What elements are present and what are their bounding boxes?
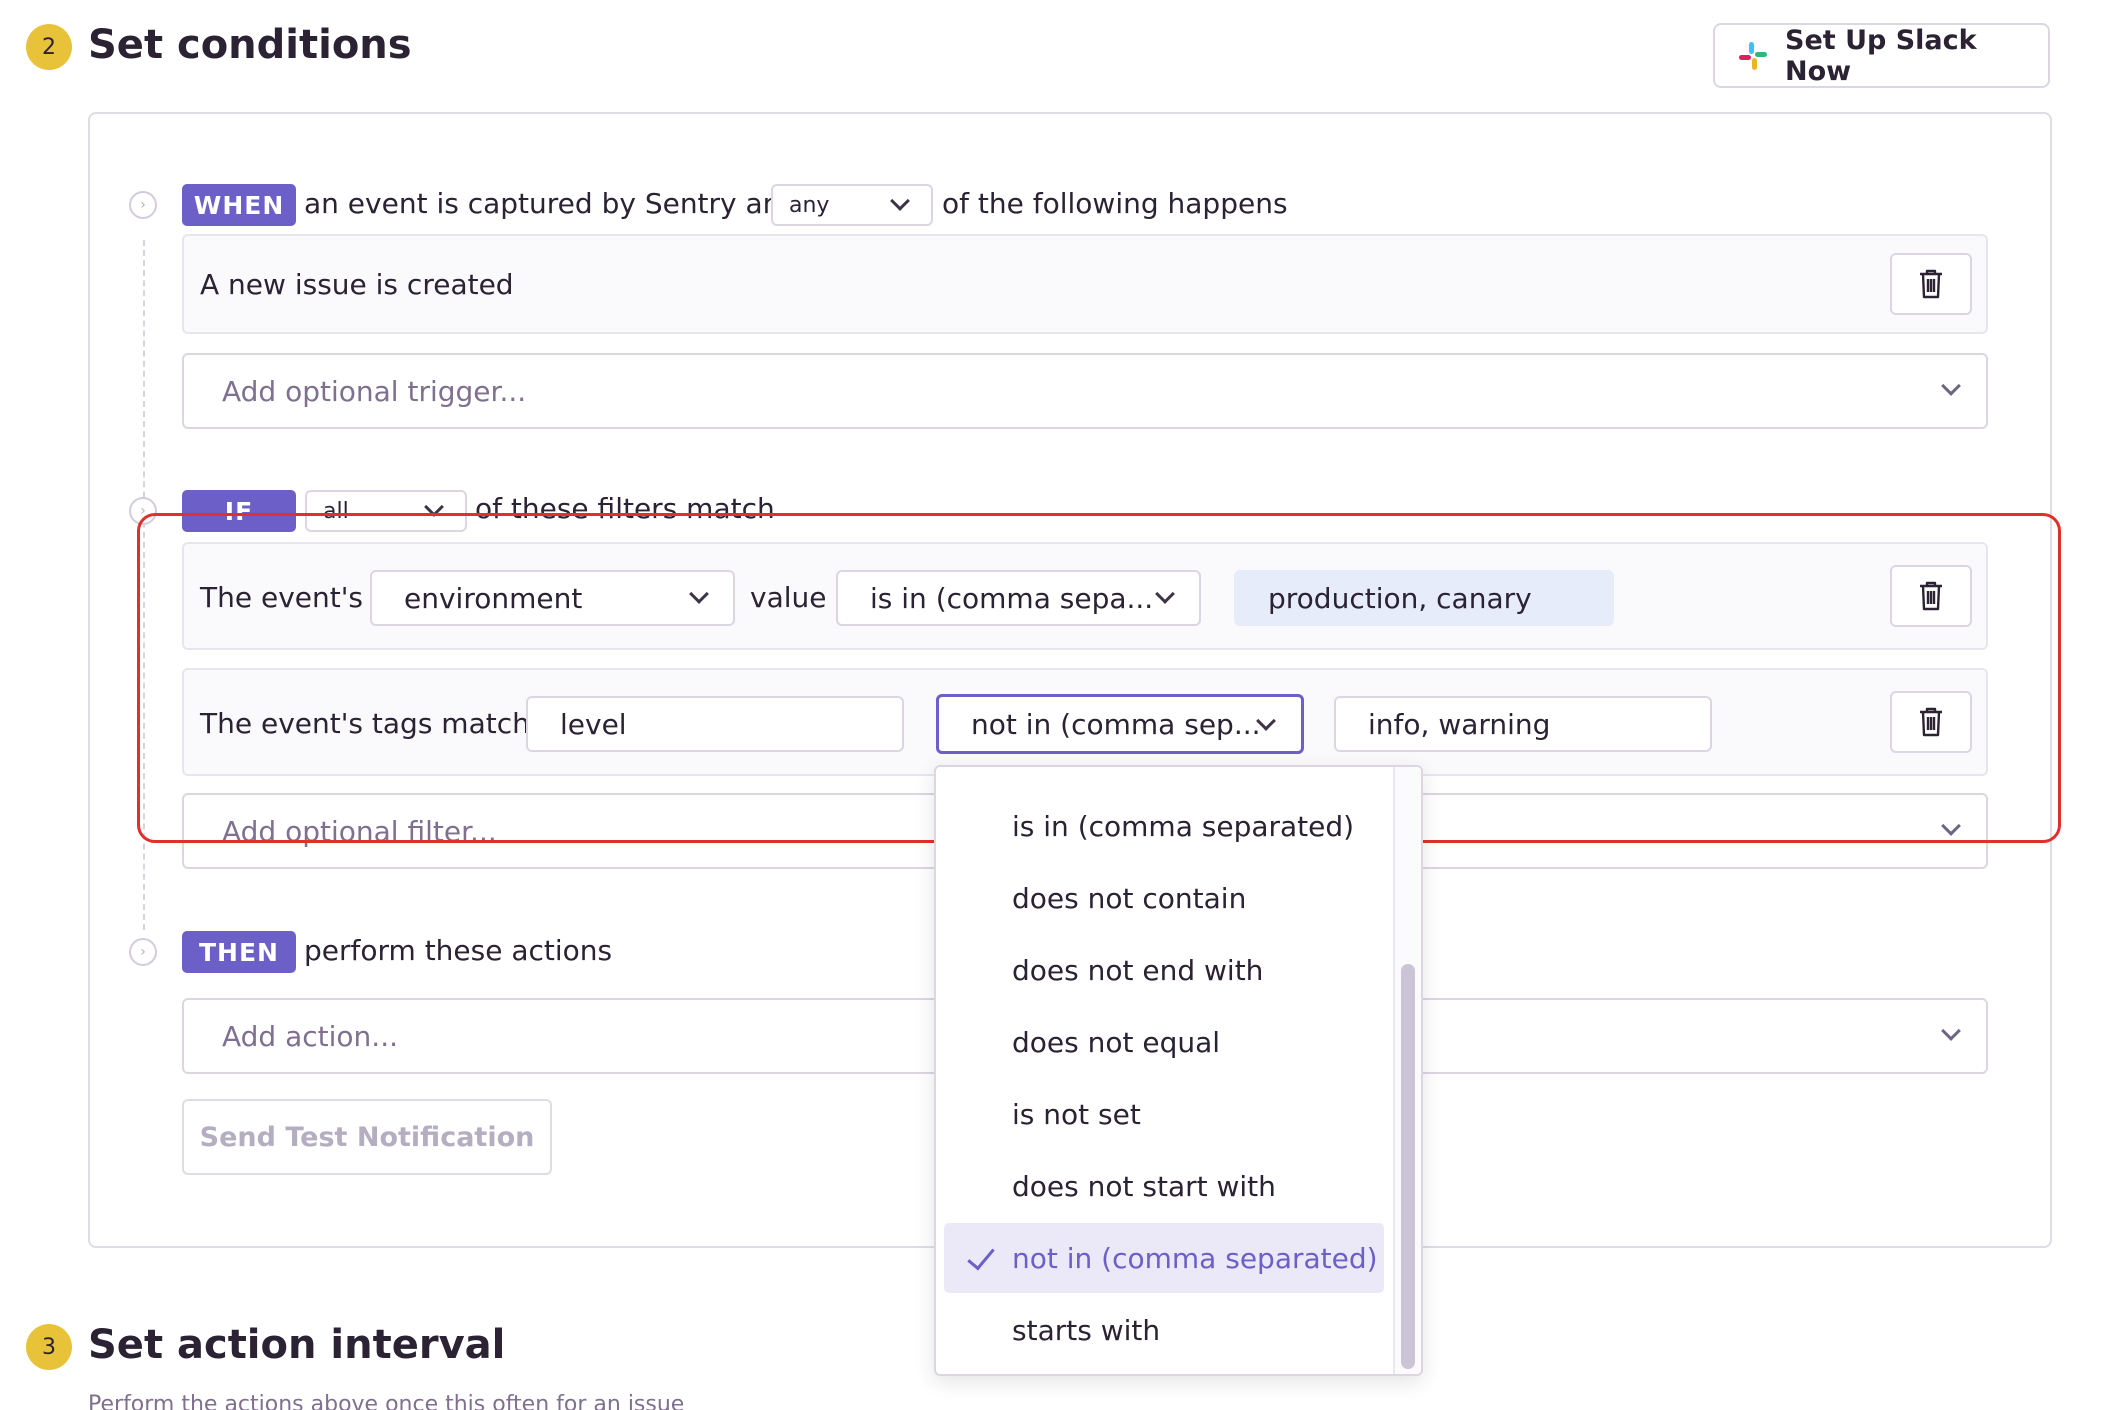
dropdown-option-label: is not set bbox=[1012, 1097, 1141, 1131]
filter1-operator-value: is in (comma sepa... bbox=[870, 581, 1154, 615]
dropdown-option[interactable]: does not end with bbox=[944, 935, 1384, 1005]
chevron-down-icon bbox=[689, 584, 709, 604]
filter2-key-input[interactable]: level bbox=[526, 696, 904, 752]
checkmark-icon bbox=[967, 1241, 995, 1271]
delete-trigger-button[interactable] bbox=[1890, 253, 1972, 315]
filter1-operator-select[interactable]: is in (comma sepa... bbox=[836, 570, 1201, 626]
dropdown-scrollbar-thumb[interactable] bbox=[1401, 964, 1415, 1369]
filter1-middle-label: value bbox=[750, 581, 827, 614]
chevron-down-icon bbox=[1155, 584, 1175, 604]
chevron-down-icon bbox=[1941, 816, 1961, 836]
when-tag: WHEN bbox=[182, 184, 296, 226]
dropdown-option[interactable]: does not equal bbox=[944, 1007, 1384, 1077]
filter2-key-text: level bbox=[560, 707, 627, 741]
trash-icon bbox=[1920, 269, 1942, 299]
step-number-badge: 2 bbox=[26, 24, 72, 70]
filter2-label: The event's tags match bbox=[200, 707, 530, 740]
trash-icon bbox=[1920, 581, 1942, 611]
trigger-label: A new issue is created bbox=[200, 268, 514, 301]
filter-row-environment: The event's environment value is in (com… bbox=[182, 542, 1988, 650]
section-title-set-action-interval: Set action interval bbox=[88, 1322, 506, 1368]
filter2-operator-select[interactable]: not in (comma sep... bbox=[936, 694, 1304, 754]
dropdown-option[interactable]: is not set bbox=[944, 1079, 1384, 1149]
add-trigger-select[interactable]: Add optional trigger... bbox=[182, 353, 1988, 429]
chevron-down-icon bbox=[890, 191, 910, 211]
delete-filter1-button[interactable] bbox=[1890, 565, 1972, 627]
filter2-value-input[interactable]: info, warning bbox=[1334, 696, 1712, 752]
filter2-value-text: info, warning bbox=[1368, 707, 1551, 741]
add-trigger-placeholder: Add optional trigger... bbox=[222, 374, 527, 408]
dropdown-option[interactable]: is in (comma separated) bbox=[944, 791, 1384, 861]
dropdown-option-label: does not contain bbox=[1012, 881, 1247, 915]
send-test-notification-button: Send Test Notification bbox=[182, 1099, 552, 1175]
then-text: perform these actions bbox=[304, 934, 613, 967]
dropdown-option-label: does not end with bbox=[1012, 953, 1264, 987]
filter1-attribute-value: environment bbox=[404, 581, 583, 615]
if-chevron-icon: › bbox=[129, 497, 157, 525]
trash-icon bbox=[1920, 707, 1942, 737]
section-title-set-conditions: Set conditions bbox=[88, 22, 412, 68]
filter1-attribute-select[interactable]: environment bbox=[370, 570, 735, 626]
filter1-label: The event's bbox=[200, 581, 364, 614]
if-tag: IF bbox=[182, 490, 296, 532]
chevron-down-icon bbox=[1941, 376, 1961, 396]
then-tag: THEN bbox=[182, 931, 296, 973]
if-text-after: of these filters match bbox=[475, 492, 775, 525]
dropdown-option[interactable]: does not start with bbox=[944, 1151, 1384, 1221]
when-text-after: of the following happens bbox=[942, 187, 1288, 220]
section-subtitle-action-interval: Perform the actions above once this ofte… bbox=[88, 1392, 685, 1410]
filter2-operator-value: not in (comma sep... bbox=[971, 707, 1261, 741]
timeline-connector bbox=[143, 240, 145, 930]
dropdown-option[interactable]: starts with bbox=[944, 1295, 1384, 1365]
delete-filter2-button[interactable] bbox=[1890, 691, 1972, 753]
add-action-placeholder: Add action... bbox=[222, 1019, 398, 1053]
slack-icon bbox=[1737, 40, 1769, 72]
chevron-down-icon bbox=[424, 497, 444, 517]
filter1-value-text: production, canary bbox=[1268, 581, 1532, 615]
if-match-value: all bbox=[323, 498, 349, 524]
dropdown-option-label: not in (comma separated) bbox=[1012, 1241, 1378, 1275]
filter1-value-input[interactable]: production, canary bbox=[1234, 570, 1614, 626]
trigger-row: A new issue is created bbox=[182, 234, 1988, 334]
when-chevron-icon: › bbox=[129, 191, 157, 219]
then-chevron-icon: › bbox=[129, 938, 157, 966]
when-text-before: an event is captured by Sentry and bbox=[304, 187, 799, 220]
dropdown-option-selected[interactable]: not in (comma separated) bbox=[944, 1223, 1384, 1293]
set-up-slack-label: Set Up Slack Now bbox=[1785, 24, 1977, 87]
if-match-select[interactable]: all bbox=[305, 490, 467, 532]
add-filter-placeholder: Add optional filter... bbox=[222, 814, 497, 848]
filter-row-tags: The event's tags match level not in (com… bbox=[182, 668, 1988, 776]
when-match-select[interactable]: any bbox=[771, 184, 933, 226]
dropdown-option-label: does not start with bbox=[1012, 1169, 1276, 1203]
dropdown-option-label: starts with bbox=[1012, 1313, 1161, 1347]
when-match-value: any bbox=[789, 192, 830, 218]
chevron-down-icon bbox=[1941, 1021, 1961, 1041]
set-up-slack-button[interactable]: Set Up Slack Now bbox=[1713, 23, 2050, 88]
dropdown-option-label: does not equal bbox=[1012, 1025, 1221, 1059]
dropdown-option[interactable]: does not contain bbox=[944, 863, 1384, 933]
step-number-badge: 3 bbox=[26, 1324, 72, 1370]
dropdown-option-label: is in (comma separated) bbox=[1012, 809, 1355, 843]
operator-dropdown-menu: is in (comma separated) does not contain… bbox=[934, 765, 1423, 1376]
